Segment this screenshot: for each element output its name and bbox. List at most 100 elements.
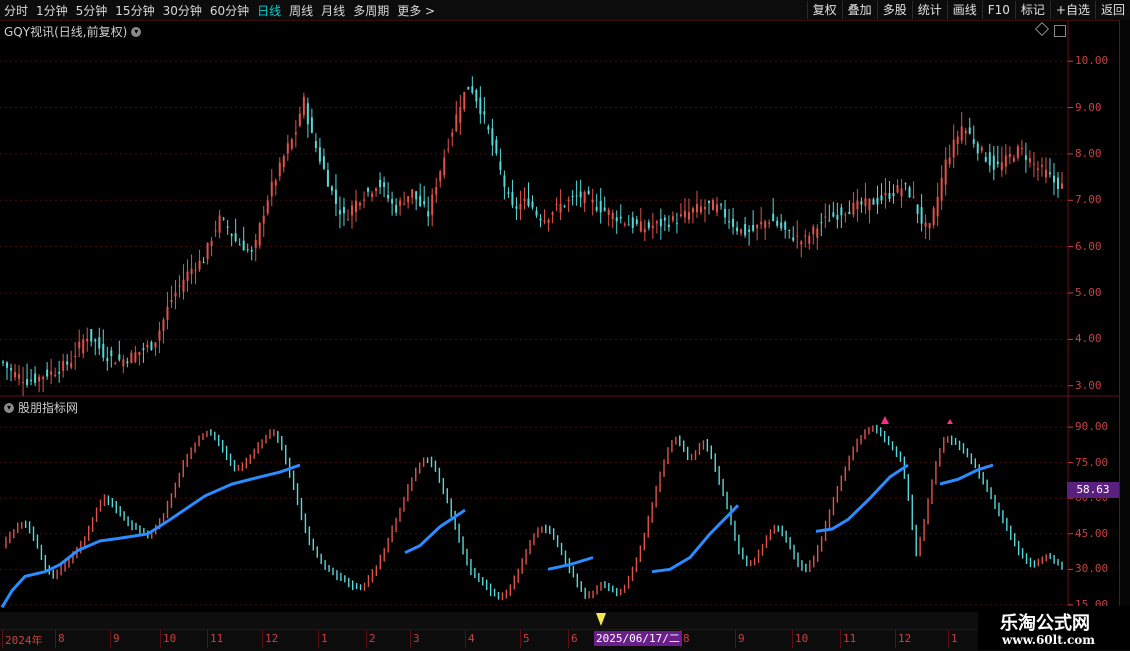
watermark-url: www.60lt.com: [1002, 633, 1095, 647]
signal-segment: [651, 504, 740, 574]
candle-body: [547, 219, 550, 224]
candle-body: [856, 200, 859, 210]
candle-body: [182, 280, 185, 292]
date-tick: [207, 630, 208, 648]
candle-body: [816, 228, 819, 238]
price-axis-label: 5.00: [1075, 286, 1102, 299]
candle-body: [904, 183, 907, 185]
candle-body: [439, 171, 442, 182]
candle-body: [234, 233, 237, 242]
candle-body: [539, 218, 542, 221]
candle-body: [924, 222, 927, 227]
candle-body: [615, 217, 618, 222]
candle-body: [800, 241, 803, 245]
candle-body: [194, 269, 197, 271]
candle-body: [467, 86, 470, 90]
candle-body: [290, 139, 293, 149]
date-axis-label: 6: [571, 632, 578, 645]
date-tick: [262, 630, 263, 648]
candle-body: [792, 237, 795, 241]
candle-body: [531, 201, 534, 208]
candle-body: [671, 216, 674, 221]
candle-body: [599, 201, 602, 213]
oscillator: [5, 424, 1063, 601]
price-axis-label: 9.00: [1075, 100, 1102, 114]
candle-body: [122, 359, 125, 367]
candle-body: [338, 210, 341, 215]
candles: [2, 76, 1063, 396]
candle-body: [944, 159, 947, 185]
price-axis-label: 7.00: [1075, 193, 1102, 207]
candle-body: [908, 187, 911, 198]
candle-body: [764, 221, 767, 228]
date-tick: [410, 630, 411, 648]
candle-body: [451, 132, 454, 137]
candle-body: [435, 187, 438, 195]
candle-body: [884, 192, 887, 196]
candle-body: [768, 222, 771, 224]
candle-body: [740, 229, 743, 234]
candle-body: [310, 117, 313, 133]
candle-body: [1032, 163, 1035, 165]
candle-body: [322, 156, 325, 169]
candle-body: [864, 198, 867, 207]
candle-body: [579, 191, 582, 198]
candle-body: [419, 195, 422, 207]
candle-body: [623, 223, 626, 225]
candle-body: [158, 330, 161, 341]
candle-body: [752, 224, 755, 231]
candle-body: [896, 185, 899, 193]
candle-body: [58, 371, 61, 374]
candle-body: [262, 215, 265, 224]
indicator-axis-label: 90.00: [1075, 420, 1109, 434]
candle-body: [575, 195, 578, 197]
candle-body: [359, 202, 362, 206]
candle-body: [298, 113, 301, 126]
candle-body: [282, 156, 285, 168]
candle-body: [118, 354, 121, 360]
candle-body: [984, 157, 987, 162]
candle-body: [551, 212, 554, 215]
date-tick: [840, 630, 841, 648]
candle-body: [732, 218, 735, 227]
candle-body: [74, 356, 77, 358]
date-axis-label: 8: [58, 632, 65, 645]
candle-body: [980, 147, 983, 151]
candle-body: [2, 361, 4, 363]
candle-body: [1004, 155, 1007, 167]
candle-body: [840, 207, 843, 216]
candle-body: [776, 220, 779, 226]
candle-body: [880, 195, 883, 201]
candle-body: [832, 212, 835, 217]
date-tick: [55, 630, 56, 648]
candle-body: [326, 169, 329, 187]
signal-segment: [404, 508, 466, 555]
candle-body: [22, 382, 25, 384]
candle-body: [375, 188, 378, 192]
candle-body: [647, 222, 650, 228]
candle-body: [559, 203, 562, 213]
candle-body: [42, 376, 45, 380]
candle-body: [355, 200, 357, 212]
candle-body: [920, 207, 923, 224]
candle-body: [34, 373, 37, 383]
candle-body: [972, 139, 975, 144]
candle-body: [471, 86, 474, 93]
candle-body: [992, 155, 995, 170]
candle-body: [399, 200, 402, 206]
candle-body: [62, 360, 65, 371]
stock-chart[interactable]: [0, 0, 1130, 650]
right-sidebar[interactable]: [1119, 20, 1130, 630]
candle-body: [567, 199, 570, 202]
candle-body: [687, 212, 690, 220]
candle-body: [1024, 155, 1027, 160]
candle-body: [130, 352, 133, 364]
candle-body: [391, 199, 394, 204]
signal-line: [0, 463, 994, 609]
candle-body: [334, 189, 337, 205]
candle-body: [1008, 153, 1011, 158]
candle-body: [820, 222, 823, 224]
candle-body: [134, 352, 137, 362]
date-axis-label: 4: [468, 632, 475, 645]
candle-body: [964, 130, 967, 134]
